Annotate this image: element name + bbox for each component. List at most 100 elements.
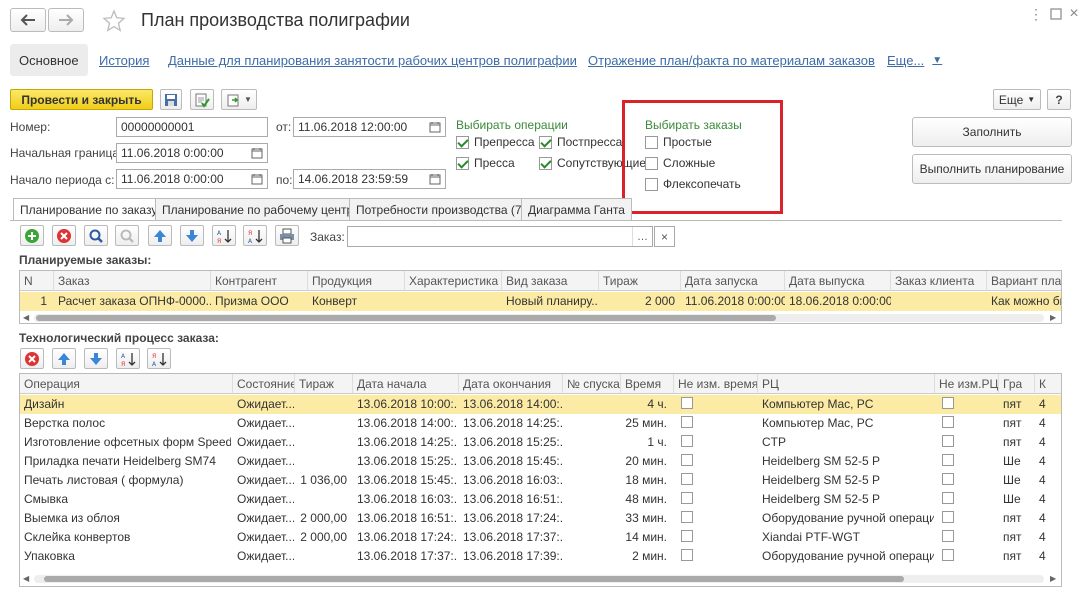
table-checkbox[interactable] [675,490,757,509]
tab-production-needs[interactable]: Потребности производства (7) [349,198,533,220]
scroll-right-icon[interactable]: ▶ [1050,574,1056,583]
tab-planning-by-order[interactable]: Планирование по заказу [13,198,165,221]
table-checkbox[interactable] [675,414,757,433]
table-checkbox[interactable] [675,452,757,471]
planned-orders-table[interactable]: N Заказ Контрагент Продукция Характерист… [19,270,1062,324]
column-header[interactable]: К [1035,374,1061,394]
sort-asc-button[interactable]: АЯ [212,225,236,246]
move-up-button[interactable] [52,348,76,369]
run-planning-button[interactable]: Выполнить планирование [912,154,1072,184]
table-checkbox[interactable] [675,509,757,528]
table-checkbox[interactable] [936,547,998,566]
column-header[interactable]: Гра [999,374,1035,394]
column-header[interactable]: № спуска [563,374,621,394]
table-checkbox[interactable] [675,433,757,452]
press-checkbox[interactable]: Пресса [456,156,515,170]
column-header[interactable]: Дата окончания [459,374,563,394]
create-based-on-button[interactable]: ▼ [221,89,257,110]
tab-planning-by-workcenter[interactable]: Планирование по рабочему центру [155,198,367,220]
close-icon[interactable]: × [1064,4,1084,24]
column-header[interactable]: Тираж [599,271,681,291]
tab-plan-fact[interactable]: Отражение план/факта по материалам заказ… [588,44,875,76]
table-checkbox[interactable] [675,547,757,566]
more-actions-button[interactable]: Еще ▼ [993,89,1041,110]
clear-button[interactable]: × [654,226,675,247]
from-date-field[interactable]: 11.06.2018 12:00:00 [293,117,446,137]
column-header[interactable]: Продукция [308,271,405,291]
post-document-button[interactable] [190,89,214,110]
column-header[interactable]: Контрагент [211,271,308,291]
column-header[interactable]: РЦ [758,374,935,394]
tab-more[interactable]: Еще... ▼ [887,44,942,76]
print-button[interactable] [275,225,299,246]
column-header[interactable]: Состояние [233,374,295,394]
tab-gantt[interactable]: Диаграмма Ганта [521,198,632,220]
table-checkbox[interactable] [675,528,757,547]
number-field[interactable]: 00000000001 [116,117,268,137]
column-header[interactable]: Вариант плани [987,271,1061,291]
back-button[interactable] [10,8,46,32]
table-checkbox[interactable] [675,471,757,490]
column-header[interactable]: Время [621,374,674,394]
tab-main[interactable]: Основное [10,44,88,76]
fill-button[interactable]: Заполнить [912,117,1072,147]
move-up-button[interactable] [148,225,172,246]
maximize-icon[interactable] [1046,4,1066,24]
column-header[interactable]: Заказ [54,271,211,291]
sort-asc-button[interactable]: АЯ [116,348,140,369]
table-checkbox[interactable] [936,509,998,528]
table-checkbox[interactable] [936,395,998,414]
more-options-icon[interactable]: ⋮ [1026,4,1046,24]
process-table[interactable]: Операция Состояние Тираж Дата начала Дат… [19,373,1062,587]
star-icon[interactable] [102,9,126,33]
scroll-left-icon[interactable]: ◀ [23,574,29,583]
order-search-field[interactable] [347,226,653,247]
table-checkbox[interactable] [675,395,757,414]
to-date-field[interactable]: 14.06.2018 23:59:59 [293,169,446,189]
tab-history[interactable]: История [99,44,149,76]
table-checkbox[interactable] [936,528,998,547]
forward-button[interactable] [48,8,84,32]
table-checkbox[interactable] [936,452,998,471]
scroll-right-icon[interactable]: ▶ [1050,313,1056,322]
table-checkbox[interactable] [936,471,998,490]
scrollbar-thumb[interactable] [36,315,776,321]
move-down-button[interactable] [180,225,204,246]
find-button[interactable] [84,225,108,246]
cancel-find-button[interactable] [115,225,139,246]
column-header[interactable]: Не изм. время [674,374,758,394]
column-header[interactable]: Дата начала [353,374,459,394]
horizontal-scrollbar[interactable] [34,314,1044,322]
help-button[interactable]: ? [1047,89,1071,110]
column-header[interactable]: Характеристика [405,271,502,291]
horizontal-scrollbar[interactable] [34,575,1044,583]
add-button[interactable] [20,225,44,246]
sort-desc-button[interactable]: ЯА [147,348,171,369]
start-bound-field[interactable]: 11.06.2018 0:00:00 [116,143,268,163]
scrollbar-thumb[interactable] [44,576,904,582]
calendar-icon[interactable] [248,144,266,162]
table-checkbox[interactable] [936,490,998,509]
period-start-field[interactable]: 11.06.2018 0:00:00 [116,169,268,189]
calendar-icon[interactable] [426,118,444,136]
column-header[interactable]: Дата запуска [681,271,785,291]
column-header[interactable]: N [20,271,54,291]
save-button[interactable] [160,89,182,110]
column-header[interactable]: Дата выпуска [785,271,891,291]
delete-button[interactable] [52,225,76,246]
prepress-checkbox[interactable]: Препресса [456,135,535,149]
sort-desc-button[interactable]: ЯА [243,225,267,246]
table-checkbox[interactable] [936,414,998,433]
calendar-icon[interactable] [248,170,266,188]
tab-planning-data[interactable]: Данные для планирования занятости рабочи… [168,44,577,76]
table-checkbox[interactable] [936,433,998,452]
move-down-button[interactable] [84,348,108,369]
postpress-checkbox[interactable]: Постпресса [539,135,622,149]
column-header[interactable]: Тираж [295,374,353,394]
column-header[interactable]: Заказ клиента [891,271,987,291]
column-header[interactable]: Не изм.РЦ [935,374,999,394]
column-header[interactable]: Операция [20,374,233,394]
post-and-close-button[interactable]: Провести и закрыть [10,89,153,110]
delete-operation-button[interactable] [20,348,44,369]
calendar-icon[interactable] [426,170,444,188]
